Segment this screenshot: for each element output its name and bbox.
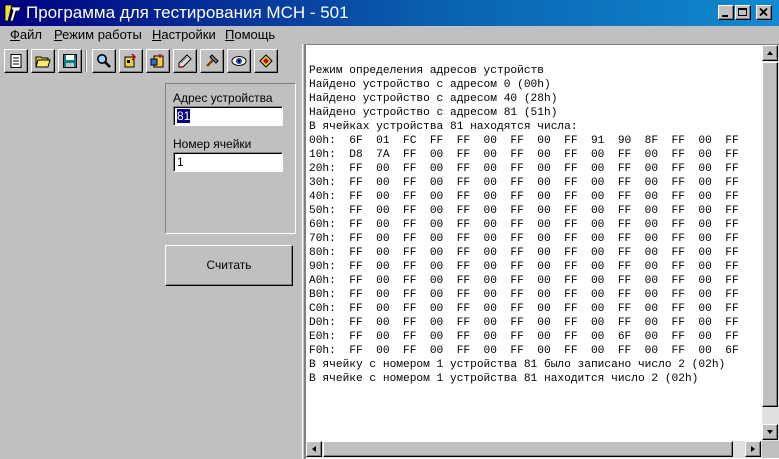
app-logo-icon — [3, 3, 23, 23]
log-line: В ячейке с номером 1 устройства 81 наход… — [309, 373, 699, 385]
log-line: 10h: D8 7A FF 00 FF 00 FF 00 FF 00 FF 00… — [309, 149, 739, 161]
device-address-value: 81 — [177, 109, 191, 123]
title-bar[interactable]: Программа для тестирования МСН - 501 — [0, 0, 779, 26]
maximize-button[interactable] — [735, 5, 751, 20]
log-line: 30h: FF 00 FF 00 FF 00 FF 00 FF 00 FF 00… — [309, 177, 739, 189]
log-line: 50h: FF 00 FF 00 FF 00 FF 00 FF 00 FF 00… — [309, 205, 739, 217]
log-line: 60h: FF 00 FF 00 FF 00 FF 00 FF 00 FF 00… — [309, 219, 739, 231]
scroll-left-button[interactable] — [306, 441, 322, 457]
view-button[interactable] — [227, 49, 251, 73]
write-cell-icon — [178, 54, 192, 68]
view-eye-icon — [231, 56, 247, 66]
log-line: В ячейку с номером 1 устройства 81 было … — [309, 359, 726, 371]
main-window: Программа для тестирования МСН - 501 Фай… — [0, 0, 779, 459]
vertical-scrollbar[interactable] — [762, 45, 779, 441]
settings-icon — [259, 54, 273, 68]
log-line: 00h: 6F 01 FC FF FF 00 FF 00 FF 91 90 8F… — [309, 135, 739, 147]
log-line: 20h: FF 00 FF 00 FF 00 FF 00 FF 00 FF 00… — [309, 163, 739, 175]
log-line: Найдено устройство с адресом 0 (00h) — [309, 79, 551, 91]
close-icon — [759, 7, 768, 17]
log-line: 90h: FF 00 FF 00 FF 00 FF 00 FF 00 FF 00… — [309, 261, 739, 273]
close-button[interactable] — [756, 5, 772, 20]
log-line: D0h: FF 00 FF 00 FF 00 FF 00 FF 00 FF 00… — [309, 317, 739, 329]
minimize-icon — [722, 15, 728, 17]
menu-file[interactable]: Файл — [10, 27, 42, 43]
log-line: 80h: FF 00 FF 00 FF 00 FF 00 FF 00 FF 00… — [309, 247, 739, 259]
write-cell-button[interactable] — [173, 49, 197, 73]
menu-settings[interactable]: Настройки — [152, 27, 216, 43]
menu-help[interactable]: Помощь — [225, 27, 275, 43]
open-button[interactable] — [31, 49, 55, 73]
device-address-input[interactable]: 81 — [173, 106, 283, 126]
log-line: Найдено устройство с адресом 40 (28h) — [309, 93, 558, 105]
log-line: 70h: FF 00 FF 00 FF 00 FF 00 FF 00 FF 00… — [309, 233, 739, 245]
search-button[interactable] — [92, 49, 116, 73]
cell-number-label: Номер ячейки — [173, 137, 252, 151]
scroll-down-button[interactable] — [762, 424, 778, 440]
scroll-right-button[interactable] — [745, 441, 761, 457]
save-button[interactable] — [58, 49, 82, 73]
log-panel: Режим определения адресов устройств Найде… — [305, 44, 779, 459]
calibrate-icon — [206, 54, 219, 67]
open-folder-icon — [35, 56, 51, 68]
log-line: C0h: FF 00 FF 00 FF 00 FF 00 FF 00 FF 00… — [309, 303, 739, 315]
log-line: F0h: FF 00 FF 00 FF 00 FF 00 FF 00 FF 00… — [309, 345, 739, 357]
vertical-scroll-thumb[interactable] — [762, 62, 778, 407]
arrow-down-icon — [767, 430, 773, 434]
read-cell-button[interactable] — [146, 49, 170, 73]
log-line: A0h: FF 00 FF 00 FF 00 FF 00 FF 00 FF 00… — [309, 275, 739, 287]
control-pane: Адрес устройства 81 Номер ячейки 1 Счита… — [0, 44, 303, 459]
toolbar-separator — [85, 50, 87, 72]
settings-button[interactable] — [254, 49, 278, 73]
maximize-icon — [738, 8, 747, 16]
device-address-label: Адрес устройства — [173, 91, 273, 105]
window-title: Программа для тестирования МСН - 501 — [26, 3, 349, 22]
log-line: B0h: FF 00 FF 00 FF 00 FF 00 FF 00 FF 00… — [309, 289, 739, 301]
menu-bar: Файл Режим работы Настройки Помощь — [0, 26, 779, 44]
log-output[interactable]: Режим определения адресов устройств Найде… — [309, 64, 764, 441]
log-line: Режим определения адресов устройств — [309, 65, 544, 77]
menu-mode[interactable]: Режим работы — [54, 27, 142, 43]
horizontal-scroll-thumb[interactable] — [323, 441, 733, 457]
arrow-up-icon — [767, 51, 773, 55]
scroll-up-button[interactable] — [762, 45, 778, 61]
read-cell-icon — [150, 54, 164, 68]
log-line: E0h: FF 00 FF 00 FF 00 FF 00 FF 00 6F 00… — [309, 331, 739, 343]
arrow-right-icon — [751, 446, 755, 452]
log-line: Найдено устройство с адресом 81 (51h) — [309, 107, 558, 119]
search-icon — [97, 54, 111, 68]
find-devices-icon — [124, 53, 137, 68]
new-button[interactable] — [4, 49, 28, 73]
find-devices-button[interactable] — [119, 49, 143, 73]
minimize-button[interactable] — [718, 5, 734, 20]
log-line: 40h: FF 00 FF 00 FF 00 FF 00 FF 00 FF 00… — [309, 191, 739, 203]
read-button[interactable]: Считать — [165, 245, 293, 286]
log-line: В ячейках устройства 81 находятся числа: — [309, 121, 578, 133]
horizontal-scrollbar[interactable] — [306, 441, 762, 458]
cell-number-input[interactable]: 1 — [173, 152, 283, 172]
calibrate-button[interactable] — [200, 49, 224, 73]
new-document-icon — [10, 54, 22, 68]
save-icon — [63, 54, 77, 68]
arrow-left-icon — [312, 446, 316, 452]
scroll-corner — [762, 441, 779, 458]
